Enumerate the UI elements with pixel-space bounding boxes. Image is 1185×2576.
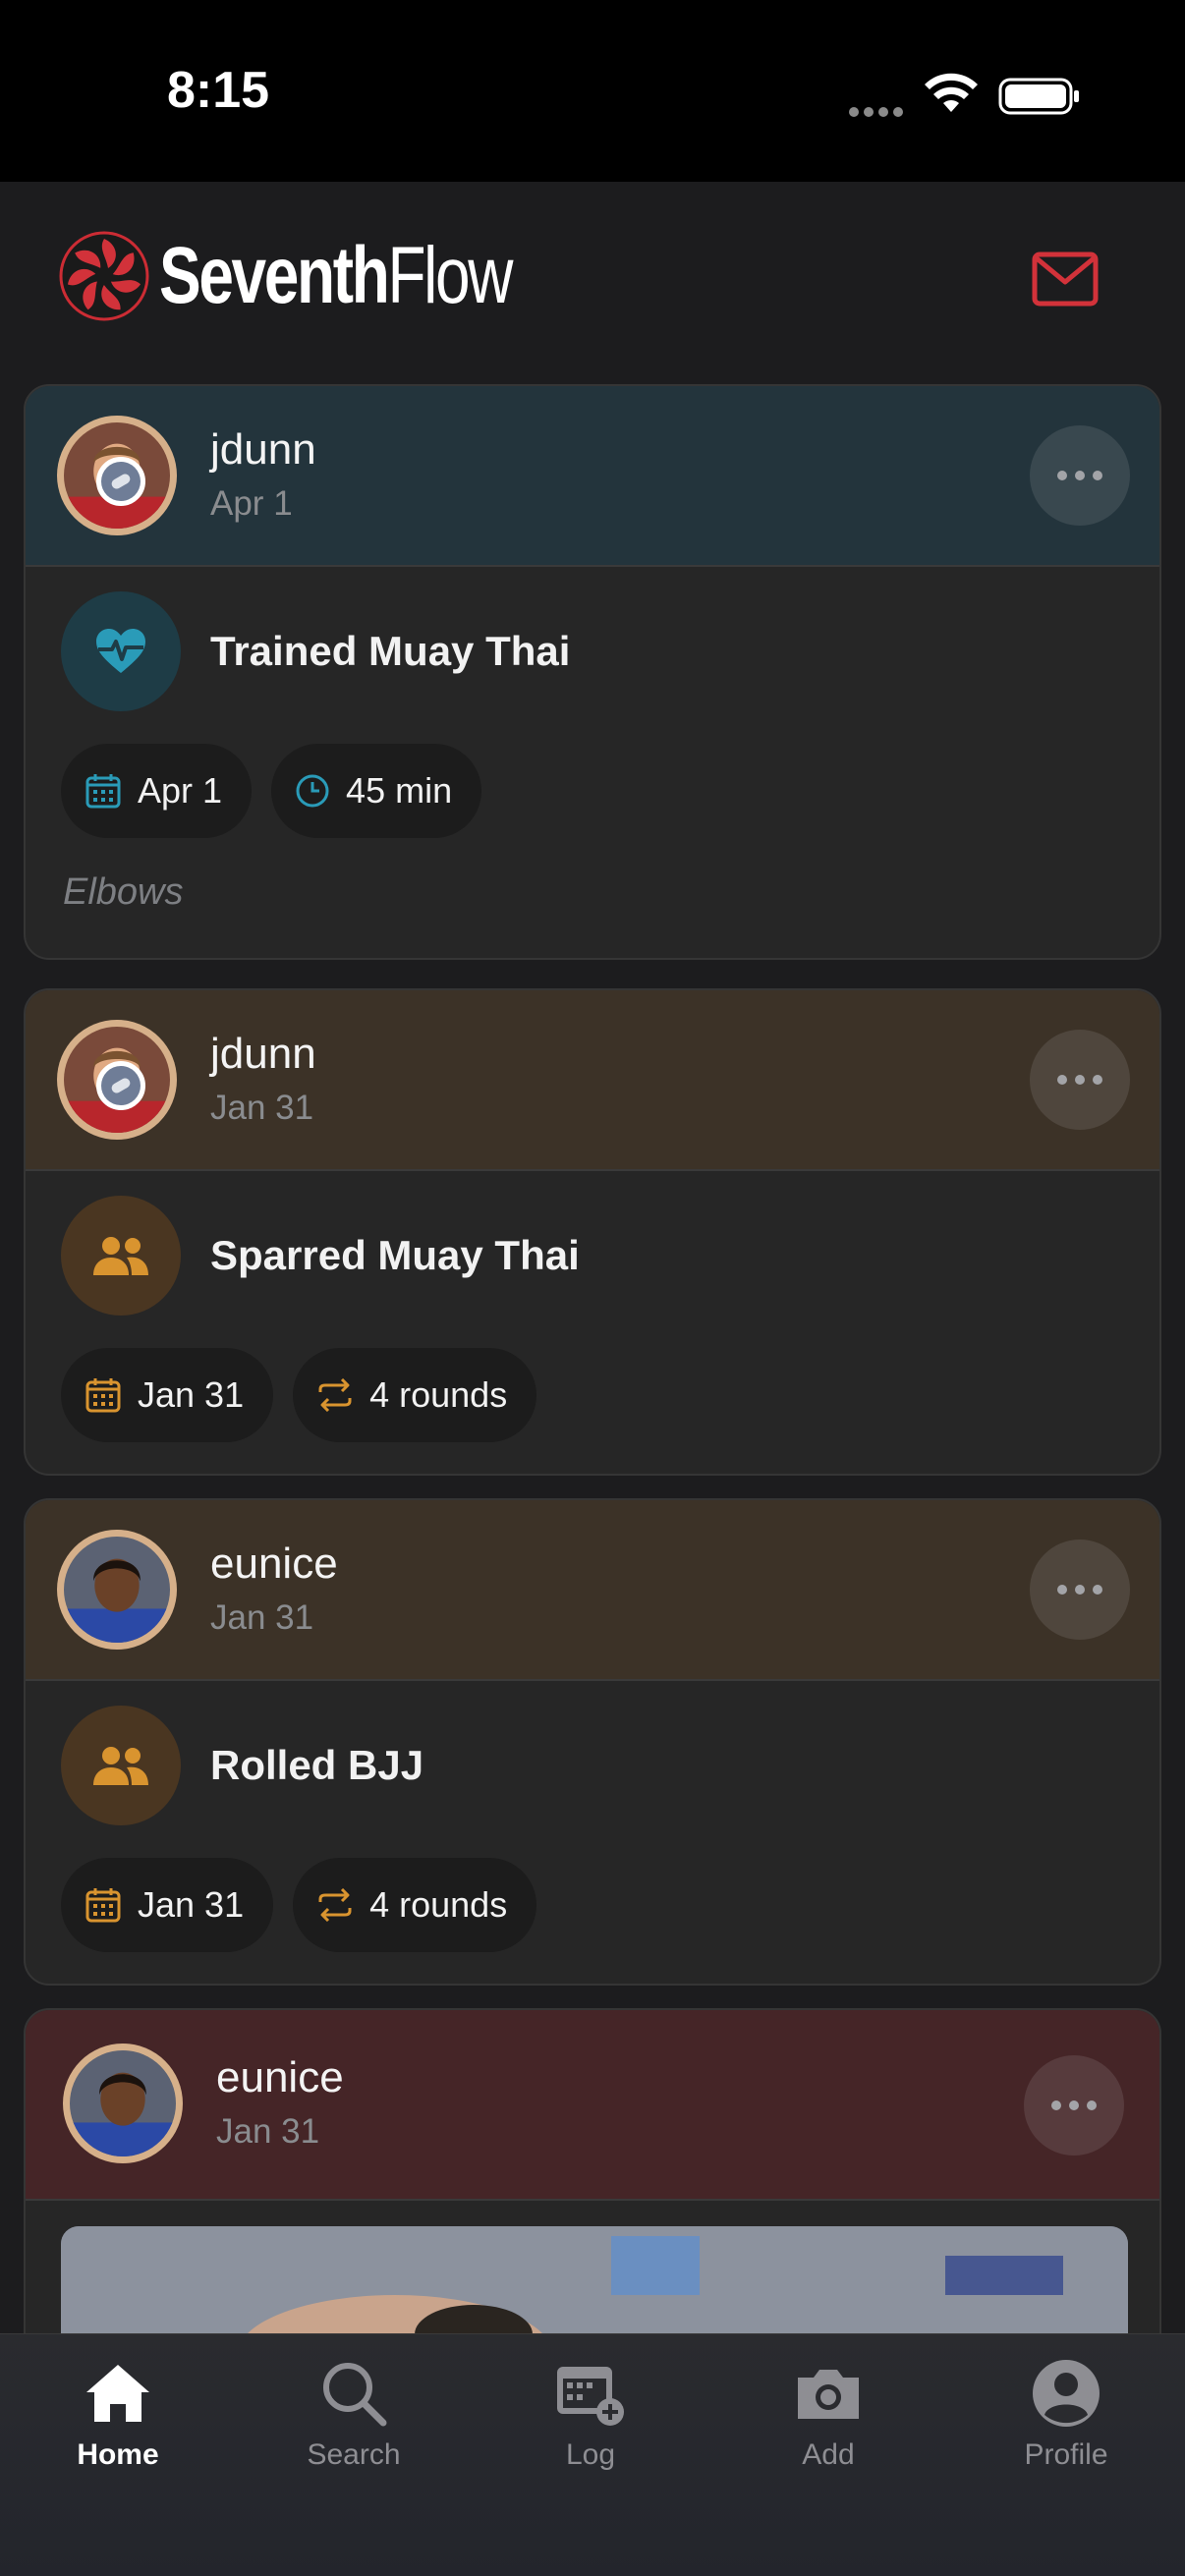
activity-title: Sparred Muay Thai	[210, 1232, 580, 1278]
tab-add[interactable]: Add	[730, 2354, 927, 2492]
feed-card[interactable]: jdunn Apr 1 Trained Muay Thai Apr 1 45 m…	[24, 384, 1161, 960]
verified-badge-icon	[96, 457, 145, 506]
chip-row: Jan 31 4 rounds	[61, 1348, 537, 1442]
calendar-icon	[85, 774, 121, 809]
post-photo[interactable]	[61, 2226, 1128, 2343]
tab-bar: Home Search Log Add Profile	[0, 2333, 1185, 2576]
people-icon	[61, 1706, 181, 1825]
rounds-chip: 4 rounds	[293, 1858, 537, 1952]
app-header: SeventhFlow	[0, 182, 1185, 378]
chip-row: Apr 1 45 min	[61, 744, 482, 838]
tab-home[interactable]: Home	[20, 2354, 216, 2492]
date-chip: Jan 31	[61, 1348, 274, 1442]
post-date: Apr 1	[210, 484, 293, 523]
search-icon	[323, 2363, 387, 2427]
more-options-button[interactable]	[1030, 1030, 1130, 1130]
tab-profile[interactable]: Profile	[968, 2354, 1164, 2492]
username[interactable]: jdunn	[210, 425, 316, 475]
wifi-icon	[925, 73, 978, 112]
more-options-button[interactable]	[1024, 2055, 1124, 2156]
heart-pulse-icon	[61, 591, 181, 711]
avatar[interactable]	[63, 2044, 183, 2163]
status-bar: 8:15	[0, 0, 1185, 182]
tab-log[interactable]: Log	[492, 2354, 689, 2492]
activity-feed[interactable]: jdunn Apr 1 Trained Muay Thai Apr 1 45 m…	[0, 378, 1185, 2343]
home-icon	[86, 2365, 149, 2422]
activity-row: Rolled BJJ	[61, 1705, 423, 1826]
date-chip: Apr 1	[61, 744, 253, 838]
feed-card[interactable]: jdunn Jan 31 Sparred Muay Thai Jan 31 4 …	[24, 988, 1161, 1476]
activity-title: Rolled BJJ	[210, 1742, 424, 1788]
feed-card[interactable]: eunice Jan 31 Rolled BJJ Jan 31 4 rounds	[24, 1498, 1161, 1986]
post-date: Jan 31	[210, 1598, 314, 1637]
activity-note: Elbows	[63, 871, 184, 913]
rounds-chip: 4 rounds	[293, 1348, 537, 1442]
card-header: eunice Jan 31	[26, 2010, 1159, 2201]
more-options-button[interactable]	[1030, 425, 1130, 526]
username[interactable]: eunice	[216, 2053, 344, 2102]
gym-photo-icon	[61, 2226, 1128, 2343]
people-icon	[61, 1196, 181, 1316]
feed-card[interactable]: eunice Jan 31	[24, 2008, 1161, 2343]
activity-row: Trained Muay Thai	[61, 590, 570, 712]
profile-icon	[1033, 2360, 1100, 2427]
avatar[interactable]	[57, 1530, 177, 1650]
duration-chip: 45 min	[271, 744, 482, 838]
username[interactable]: eunice	[210, 1540, 338, 1589]
log-icon	[557, 2367, 624, 2426]
calendar-icon	[85, 1378, 121, 1413]
clock-icon	[296, 774, 329, 808]
seventhflow-logo-icon	[59, 231, 149, 321]
card-header: eunice Jan 31	[26, 1500, 1159, 1681]
username[interactable]: jdunn	[210, 1030, 316, 1079]
activity-row: Sparred Muay Thai	[61, 1195, 580, 1316]
app-logo-wordmark: SeventhFlow	[159, 231, 513, 320]
repeat-icon	[318, 1378, 352, 1412]
camera-icon	[798, 2370, 859, 2419]
card-header: jdunn Apr 1	[26, 386, 1159, 567]
calendar-icon	[85, 1888, 121, 1923]
mail-icon[interactable]	[1032, 251, 1099, 308]
battery-icon	[998, 78, 1079, 115]
card-header: jdunn Jan 31	[26, 990, 1159, 1171]
user-photo-icon	[64, 1537, 170, 1643]
more-options-button[interactable]	[1030, 1540, 1130, 1640]
verified-badge-icon	[96, 1061, 145, 1110]
activity-title: Trained Muay Thai	[210, 628, 571, 674]
status-time: 8:15	[167, 62, 270, 119]
cellular-signal-icon	[849, 104, 908, 117]
repeat-icon	[318, 1888, 352, 1922]
post-date: Jan 31	[210, 1089, 314, 1127]
post-date: Jan 31	[216, 2112, 320, 2151]
chip-row: Jan 31 4 rounds	[61, 1858, 537, 1952]
date-chip: Jan 31	[61, 1858, 274, 1952]
tab-search[interactable]: Search	[255, 2354, 452, 2492]
user-photo-icon	[70, 2050, 176, 2156]
